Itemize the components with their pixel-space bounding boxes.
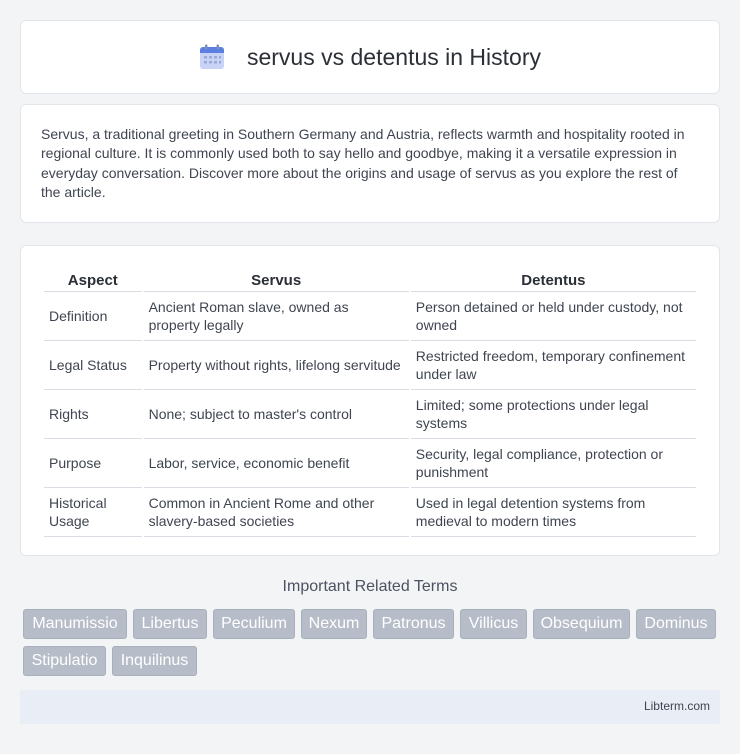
tag-dominus[interactable]: Dominus: [636, 609, 716, 639]
row-aspect: Purpose: [44, 439, 142, 488]
row-aspect: Legal Status: [44, 341, 142, 390]
row-servus: Labor, service, economic benefit: [143, 439, 409, 488]
table-row: Definition Ancient Roman slave, owned as…: [44, 292, 696, 341]
table-row: Historical Usage Common in Ancient Rome …: [44, 488, 696, 537]
intro-text: Servus, a traditional greeting in Southe…: [41, 126, 685, 200]
tag-nexum[interactable]: Nexum: [301, 609, 367, 639]
table-row: Purpose Labor, service, economic benefit…: [44, 439, 696, 488]
calendar-icon: [199, 44, 224, 69]
table-header-row: Aspect Servus Detentus: [44, 266, 696, 292]
page-title: servus vs detentus in History: [246, 43, 541, 70]
row-detentus: Person detained or held under custody, n…: [410, 292, 696, 341]
table-row: Rights None; subject to master's control…: [44, 390, 696, 439]
tag-peculium[interactable]: Peculium: [213, 609, 295, 639]
column-header-servus: Servus: [143, 266, 409, 292]
row-detentus: Limited; some protections under legal sy…: [410, 390, 696, 439]
tag-manumissio[interactable]: Manumissio: [23, 609, 127, 639]
tag-stipulatio[interactable]: Stipulatio: [23, 646, 106, 676]
row-aspect: Definition: [44, 292, 142, 341]
related-terms-title: Important Related Terms: [282, 578, 458, 595]
row-servus: Property without rights, lifelong servit…: [143, 341, 409, 390]
row-servus: Common in Ancient Rome and other slavery…: [143, 488, 409, 537]
row-servus: Ancient Roman slave, owned as property l…: [143, 292, 409, 341]
intro-card: Servus, a traditional greeting in Southe…: [20, 104, 720, 223]
column-header-detentus: Detentus: [410, 266, 696, 292]
table-row: Legal Status Property without rights, li…: [44, 341, 696, 390]
row-aspect: Historical Usage: [44, 488, 142, 537]
tag-libertus[interactable]: Libertus: [133, 609, 207, 639]
footer-site-link[interactable]: Libterm.com: [644, 699, 710, 713]
row-servus: None; subject to master's control: [143, 390, 409, 439]
tag-villicus[interactable]: Villicus: [460, 609, 527, 639]
footer: Libterm.com: [20, 690, 720, 724]
row-detentus: Security, legal compliance, protection o…: [410, 439, 696, 488]
comparison-card: Aspect Servus Detentus Definition Ancien…: [20, 245, 720, 556]
tag-inquilinus[interactable]: Inquilinus: [112, 646, 197, 676]
header-card: servus vs detentus in History: [20, 20, 720, 94]
row-aspect: Rights: [44, 390, 142, 439]
row-detentus: Restricted freedom, temporary confinemen…: [410, 341, 696, 390]
tag-obsequium[interactable]: Obsequium: [533, 609, 630, 639]
row-detentus: Used in legal detention systems from med…: [410, 488, 696, 537]
comparison-table: Aspect Servus Detentus Definition Ancien…: [42, 266, 698, 537]
tag-patronus[interactable]: Patronus: [373, 609, 454, 639]
column-header-aspect: Aspect: [44, 266, 142, 292]
